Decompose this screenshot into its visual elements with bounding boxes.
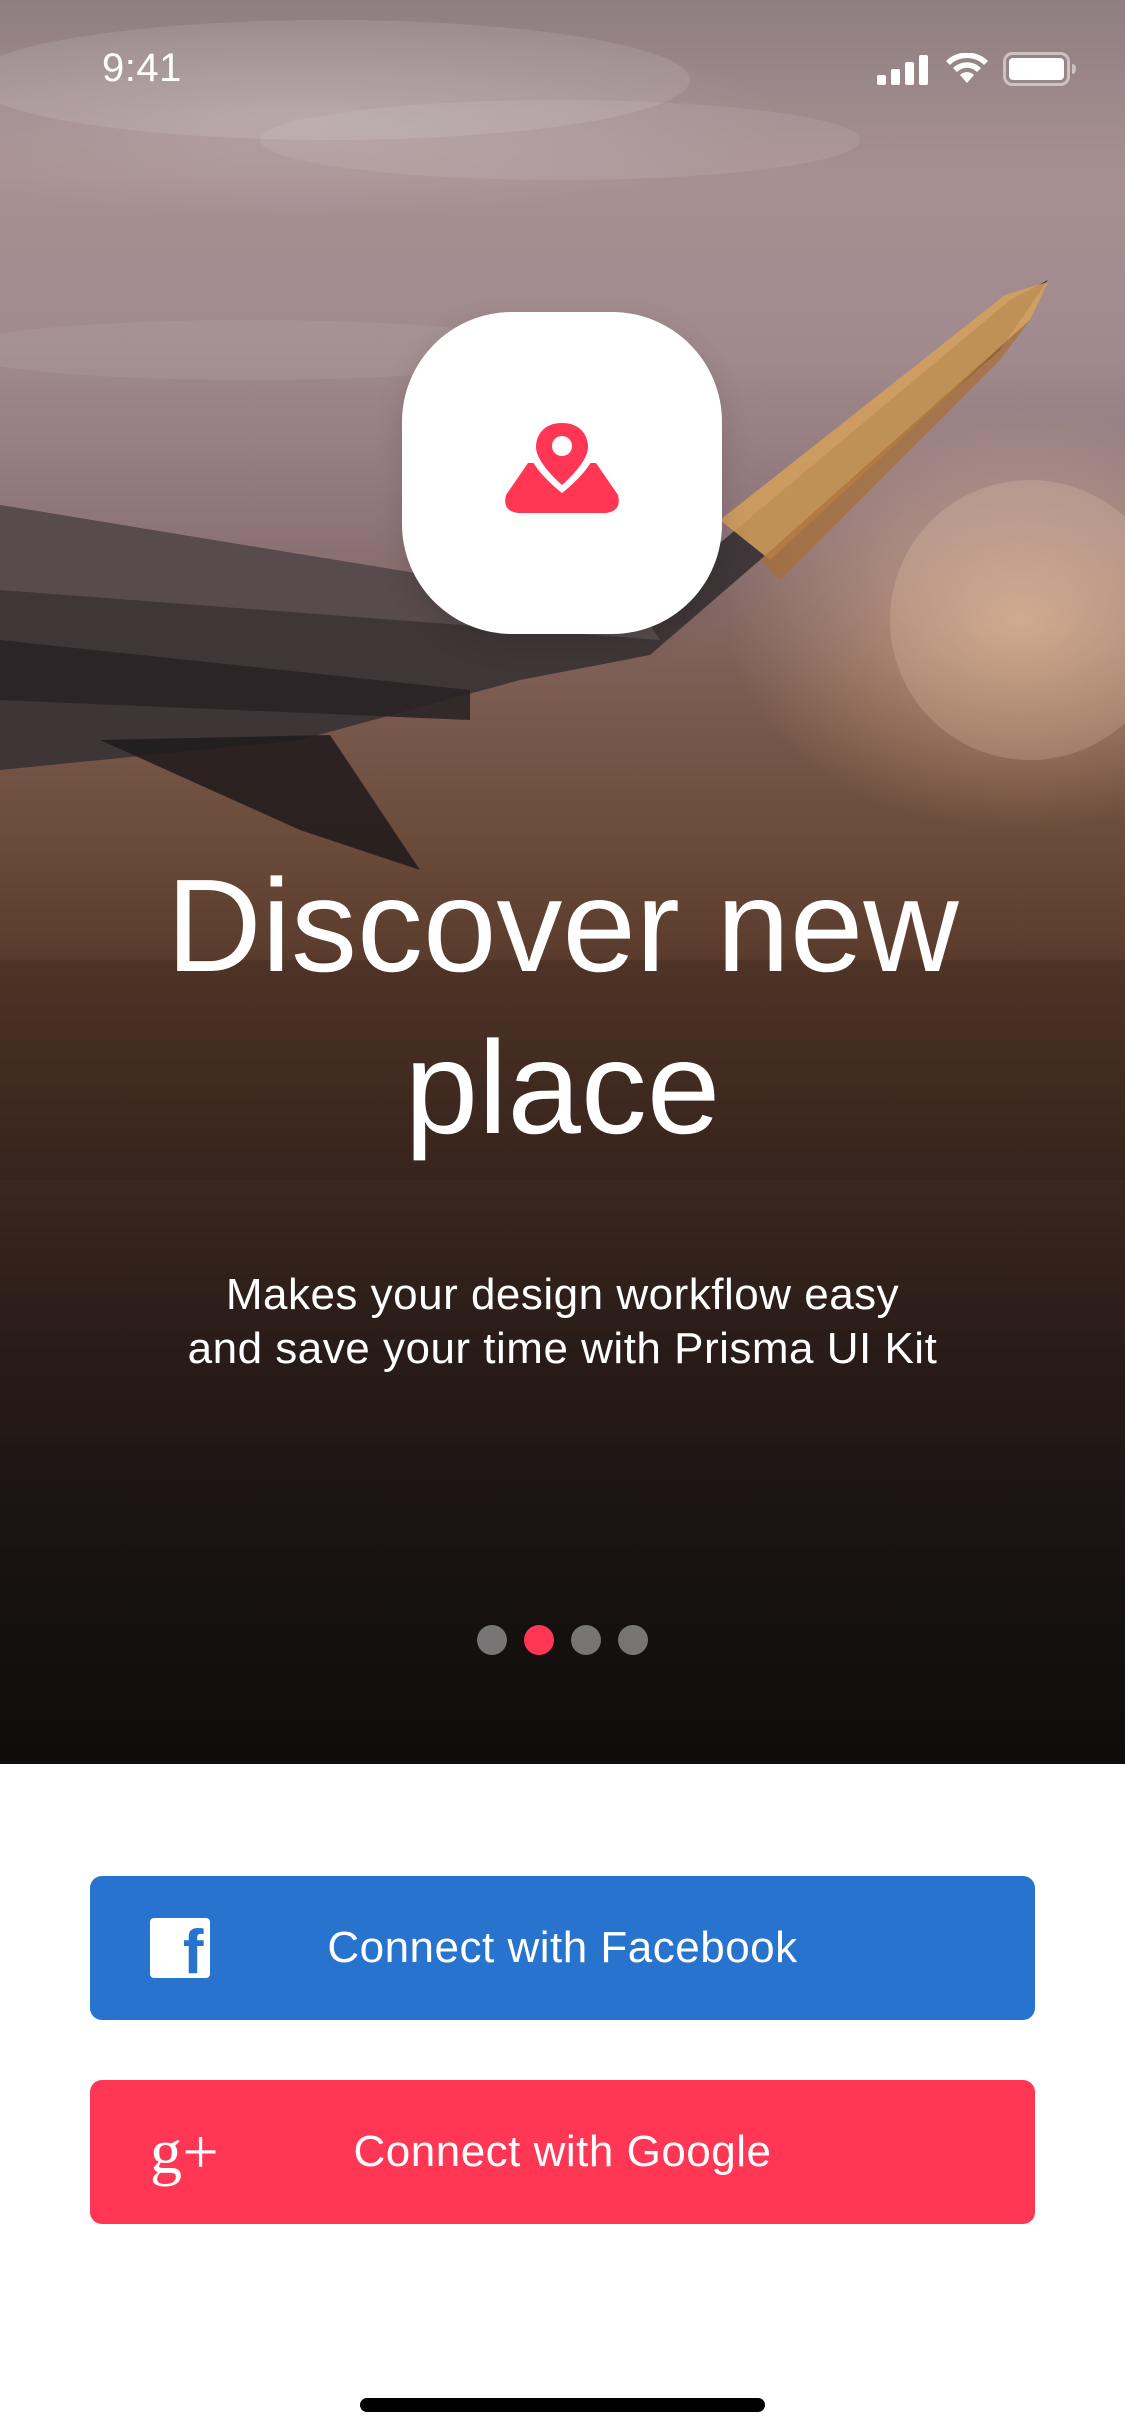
- page-dot-4[interactable]: [618, 1625, 648, 1655]
- wifi-icon: [946, 53, 988, 83]
- page-indicator: [0, 1625, 1125, 1655]
- facebook-icon: f: [150, 1918, 210, 1978]
- page-dot-3[interactable]: [571, 1625, 601, 1655]
- connect-google-button[interactable]: g+ Connect with Google: [90, 2080, 1035, 2224]
- facebook-button-label: Connect with Facebook: [327, 1923, 798, 1972]
- google-button-label: Connect with Google: [353, 2127, 772, 2176]
- status-bar: 9:41: [0, 0, 1125, 132]
- battery-icon: [1003, 52, 1076, 86]
- page-dot-2-active[interactable]: [524, 1625, 554, 1655]
- onboarding-title: Discover new place: [166, 852, 959, 1161]
- cellular-signal-icon: [877, 55, 928, 85]
- subtitle-line-2: and save your time with Prisma UI Kit: [187, 1324, 938, 1373]
- hero-background-image: 9:41 Discover new place Makes your desig…: [0, 0, 1125, 1764]
- google-plus-icon: g+: [150, 2116, 220, 2187]
- subtitle-line-1: Makes your design workflow easy: [225, 1270, 900, 1319]
- map-pin-icon: [505, 415, 619, 513]
- page-dot-1[interactable]: [477, 1625, 507, 1655]
- app-logo-tile: [402, 312, 722, 634]
- status-time: 9:41: [102, 46, 182, 90]
- onboarding-subtitle: Makes your design workflow easy and save…: [0, 1268, 1125, 1376]
- status-icons: [877, 52, 1077, 86]
- home-indicator[interactable]: [360, 2398, 765, 2412]
- connect-facebook-button[interactable]: f Connect with Facebook: [90, 1876, 1035, 2020]
